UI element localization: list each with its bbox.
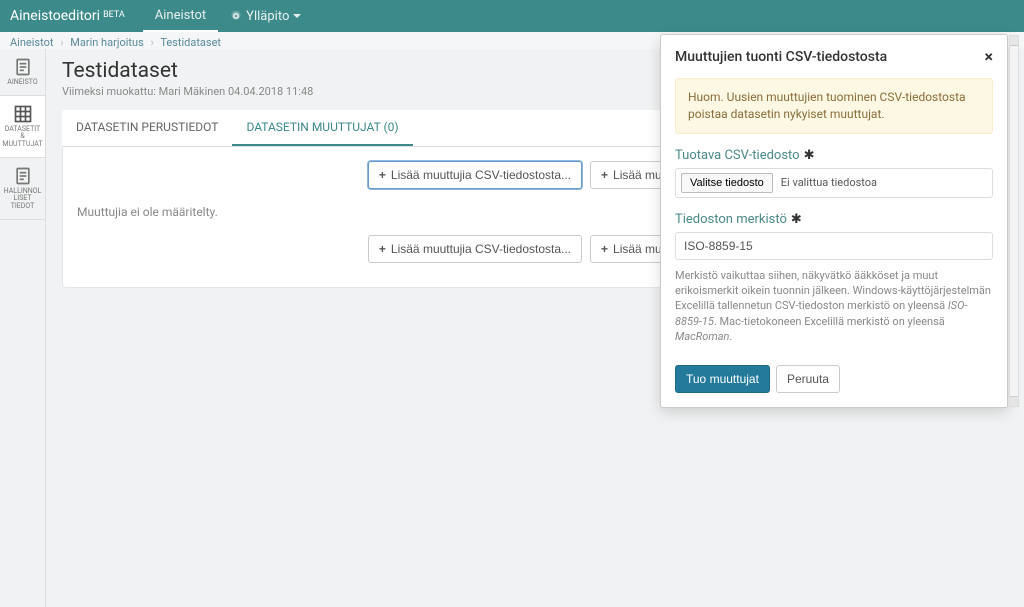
brand-badge: BETA [103,10,125,20]
file-label-text: Tuotava CSV-tiedosto [675,148,800,163]
sidebar-item-aineisto[interactable]: AINEISTO [0,49,45,96]
modal-title: Muuttujien tuonti CSV-tiedostosta [675,49,887,65]
help-text-2: . Mac-tietokoneen Excelillä merkistö on … [714,315,945,328]
document-icon [13,57,33,77]
file-label: Tuotava CSV-tiedosto ✱ [675,148,993,163]
import-csv-button[interactable]: + Lisää muuttujia CSV-tiedostosta... [368,235,582,263]
scrollbar-up[interactable] [1010,36,1018,46]
plus-icon: + [601,168,608,182]
app-brand[interactable]: Aineistoeditori BETA [10,8,125,24]
sidebar-label: DATASETIT & MUUTTUJAT [2,126,43,149]
sidebar-item-datasetit[interactable]: DATASETIT & MUUTTUJAT [0,96,45,158]
breadcrumb-level2[interactable]: Marin harjoitus [70,36,143,49]
import-csv-label: Lisää muuttujia CSV-tiedostosta... [391,242,571,256]
encoding-label-text: Tiedoston merkistö [675,212,787,227]
modal-footer: Tuo muuttujat Peruuta [661,357,1007,407]
top-navbar: Aineistoeditori BETA Aineistot Ylläpito [0,0,1024,32]
help-text-1: Merkistö vaikuttaa siihen, näkyvätkö ääk… [675,269,991,313]
file-input-row: Valitse tiedosto Ei valittua tiedostoa [675,168,993,198]
breadcrumb-level1[interactable]: Aineistot [10,36,53,49]
plus-icon: + [379,168,386,182]
encoding-label: Tiedoston merkistö ✱ [675,212,993,227]
breadcrumb-sep: › [60,36,63,49]
modal-scrollbar[interactable] [1009,35,1019,407]
choose-file-button[interactable]: Valitse tiedosto [681,173,773,193]
help-em-2: MacRoman [675,330,729,343]
encoding-input[interactable] [675,232,993,260]
breadcrumb-level3[interactable]: Testidataset [160,36,221,49]
modal-body: Huom. Uusien muuttujien tuominen CSV-tie… [661,78,1007,357]
document-icon [13,166,33,186]
import-csv-modal: Muuttujien tuonti CSV-tiedostosta × Huom… [660,34,1008,408]
import-csv-label: Lisää muuttujia CSV-tiedostosta... [391,168,571,182]
gear-icon [230,10,242,22]
import-csv-button[interactable]: + Lisää muuttujia CSV-tiedostosta... [368,161,582,189]
nav-yllapito-label: Ylläpito [246,9,289,24]
cancel-button[interactable]: Peruuta [776,365,840,393]
file-status: Ei valittua tiedostoa [781,176,877,189]
sidebar-label: HALLINNOLLISET TIEDOT [2,188,43,211]
encoding-help: Merkistö vaikuttaa siihen, näkyvätkö ääk… [675,268,993,345]
required-icon: ✱ [791,212,802,227]
sidebar-item-hallinnolliset[interactable]: HALLINNOLLISET TIEDOT [0,158,45,220]
left-sidebar: AINEISTO DATASETIT & MUUTTUJAT HALLINNOL… [0,49,46,607]
tab-perustiedot[interactable]: DATASETIN PERUSTIEDOT [62,110,232,146]
plus-icon: + [379,242,386,256]
tab-muuttujat[interactable]: DATASETIN MUUTTUJAT (0) [232,110,412,146]
grid-icon [13,104,33,124]
help-text-3: . [729,330,732,343]
sidebar-label: AINEISTO [7,79,37,87]
plus-icon: + [601,242,608,256]
modal-header: Muuttujien tuonti CSV-tiedostosta × [661,35,1007,78]
nav-yllapito[interactable]: Ylläpito [218,1,313,32]
submit-button[interactable]: Tuo muuttujat [675,365,770,393]
warning-alert: Huom. Uusien muuttujien tuominen CSV-tie… [675,78,993,134]
brand-text: Aineistoeditori [10,8,100,24]
close-icon[interactable]: × [985,47,994,66]
caret-down-icon [293,14,301,18]
nav-aineistot[interactable]: Aineistot [143,0,218,32]
scrollbar-down[interactable] [1010,396,1018,406]
breadcrumb-sep: › [150,36,153,49]
required-icon: ✱ [804,148,815,163]
